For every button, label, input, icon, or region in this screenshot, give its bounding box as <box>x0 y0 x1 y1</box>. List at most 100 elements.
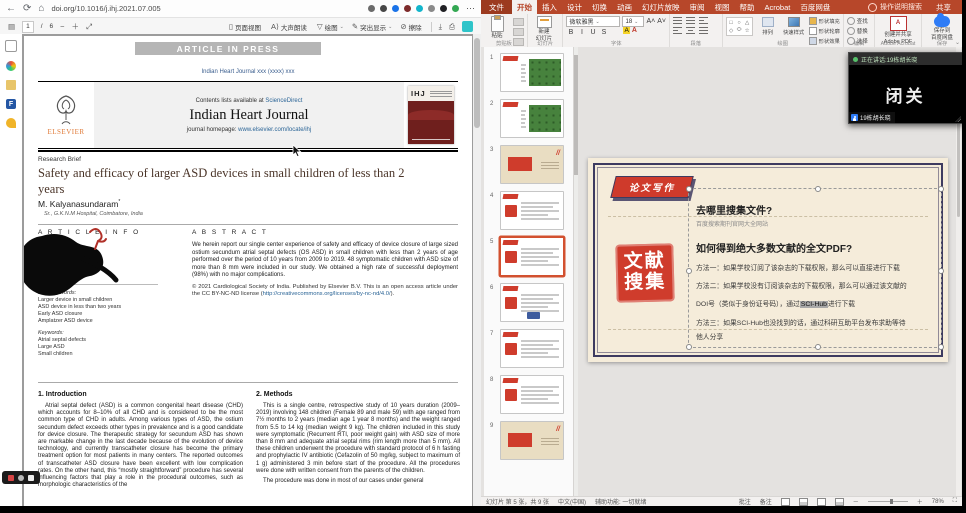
slide-thumbnail[interactable]: 6 // <box>500 283 564 322</box>
numbering-icon[interactable] <box>686 17 695 24</box>
resize-handle[interactable] <box>815 344 821 350</box>
method-line-5[interactable]: 他人分享 <box>696 331 906 341</box>
pdf-tool-button[interactable]: ✎ 突出显示 ⌄ <box>352 22 393 32</box>
page-number-input[interactable]: 1 <box>22 21 34 33</box>
find-button[interactable]: 查找 <box>847 17 868 25</box>
pdf-tool-button[interactable]: ▽ 绘图 ⌄ <box>317 22 344 32</box>
yellow-app-icon[interactable] <box>6 118 16 128</box>
slide-thumbnail[interactable]: 7 // <box>500 329 564 368</box>
slide-canvas[interactable]: 论文写作 文献 搜集 去哪里搜集文件? 百度搜索期刊官网大全网站 <box>588 158 948 362</box>
zoom-percentage[interactable]: 78% <box>932 499 944 505</box>
save-icon[interactable]: ⤓ <box>439 22 442 32</box>
slide-thumbnail[interactable]: 9 // <box>500 421 564 460</box>
extension-icon[interactable] <box>440 5 447 12</box>
camera-icon[interactable] <box>18 475 24 481</box>
ribbon-tab[interactable]: 插入 <box>537 0 562 14</box>
method-line-4[interactable]: 方法三：如果SCI-Hub也没找到的话，通过科研互助平台发布求助等待 <box>696 317 906 327</box>
font-style-button[interactable]: I <box>577 29 586 36</box>
justify-icon[interactable] <box>699 27 708 34</box>
notes-icon[interactable] <box>28 475 34 481</box>
slide-thumbnail[interactable]: 3 // <box>500 145 564 184</box>
zoom-in-icon[interactable]: ＋ <box>72 21 80 32</box>
extension-icon[interactable] <box>428 5 435 12</box>
ribbon-tab[interactable]: 设计 <box>562 0 587 14</box>
meeting-overlay-window[interactable]: 正在讲话:19栋胡长晓 闭关 19栋胡长晓 <box>848 52 962 124</box>
grow-font-icon[interactable]: A˄ <box>646 18 655 25</box>
ribbon-tab[interactable]: 审阅 <box>685 0 710 14</box>
ribbon-tab[interactable]: Acrobat <box>760 0 796 14</box>
save-to-baidu-button[interactable]: 保存到 百度网盘 <box>925 16 959 42</box>
slide-thumbnail[interactable]: 1 // <box>500 53 564 92</box>
font-style-button[interactable]: B <box>566 29 575 36</box>
slide-sorter-icon[interactable] <box>799 498 808 506</box>
zoom-out-button[interactable]: － <box>853 497 859 506</box>
refresh-icon[interactable]: ⟳ <box>23 4 31 14</box>
question-1[interactable]: 去哪里搜集文件? <box>696 202 772 217</box>
ribbon-tab[interactable]: 视图 <box>710 0 735 14</box>
method-line-3[interactable]: DOI号（类似于身份证号码），通过SCI-Hub进行下载 <box>696 298 906 308</box>
font-color-icon[interactable]: A <box>632 27 637 34</box>
quick-styles-button[interactable]: 快速样式 <box>783 17 805 36</box>
method-line-1[interactable]: 方法一：如果学校订阅了该杂志的下载权限，那么可以直接进行下载 <box>696 262 906 272</box>
resize-handle[interactable] <box>938 344 944 350</box>
zoom-slider[interactable] <box>868 501 908 502</box>
slide-thumbnail[interactable]: 2 // <box>500 99 564 138</box>
slide-topic-badge[interactable]: 论文写作 <box>610 176 693 198</box>
tell-me-search[interactable]: 操作说明搜索 <box>862 2 928 12</box>
align-left-icon[interactable] <box>673 27 682 34</box>
slide-thumbnail[interactable]: 8 // <box>500 375 564 414</box>
zoom-out-icon[interactable]: − <box>60 22 64 31</box>
align-center-icon[interactable] <box>686 27 695 34</box>
back-icon[interactable]: ← <box>6 4 16 14</box>
window-icon[interactable] <box>5 40 17 52</box>
extension-icon[interactable] <box>392 5 399 12</box>
print-icon[interactable]: ⎙ <box>449 22 455 32</box>
browser-menu-icon[interactable]: ⋯ <box>466 3 475 14</box>
resize-handle[interactable] <box>938 186 944 192</box>
pdf-scrollbar-thumb[interactable] <box>474 38 480 128</box>
meeting-titlebar[interactable]: 正在讲话:19栋胡长晓 <box>849 53 962 65</box>
pdf-tool-button[interactable]: ▯ 页面视图 <box>229 22 263 32</box>
notes-button[interactable]: 备注 <box>760 497 772 506</box>
question-1-subtext[interactable]: 百度搜索期刊官网大全网站 <box>696 219 768 228</box>
shapes-gallery[interactable]: □○△ ◇⬭☆ <box>726 17 753 36</box>
home-icon[interactable]: ⌂ <box>38 4 44 14</box>
accessibility-status[interactable]: 辅助功能: 一切就绪 <box>595 497 646 506</box>
cc-license-link[interactable]: http://creativecommons.org/licenses/by-n… <box>263 291 391 297</box>
font-style-button[interactable]: S <box>599 29 608 36</box>
pdf-tool-button[interactable]: A⟩ 大声朗读 <box>271 22 309 32</box>
cut-icon[interactable] <box>513 18 524 26</box>
ribbon-tab[interactable]: 幻灯片放映 <box>637 0 685 14</box>
highlight-color-icon[interactable]: A <box>623 27 629 34</box>
toc-icon[interactable]: ▤ <box>8 22 15 31</box>
bullets-icon[interactable] <box>673 17 682 24</box>
literature-stamp[interactable]: 文献 搜集 <box>615 243 674 302</box>
slide-thumbnail[interactable]: 5 // <box>500 237 564 276</box>
panel-scrollbar[interactable] <box>574 47 578 497</box>
font-name-select[interactable]: 微软雅黑 ⌄ <box>566 16 620 27</box>
normal-view-icon[interactable] <box>781 498 790 506</box>
pinwheel-app-icon[interactable] <box>6 61 16 71</box>
slideshow-icon[interactable] <box>835 498 844 506</box>
resize-grip[interactable] <box>955 116 961 122</box>
pdf-tool-button[interactable]: ⊘ 擦除 <box>400 22 423 32</box>
resize-handle[interactable] <box>686 268 692 274</box>
arrange-button[interactable]: 排列 <box>757 17 779 36</box>
extension-icon[interactable] <box>416 5 423 12</box>
slide-thumbnail[interactable]: 4 // <box>500 191 564 230</box>
ribbon-tab[interactable]: 切换 <box>587 0 612 14</box>
homepage-link[interactable]: www.elsevier.com/locate/ihj <box>238 127 311 133</box>
replace-button[interactable]: 替换 <box>847 27 868 35</box>
copy-icon[interactable] <box>513 28 524 36</box>
ribbon-tab[interactable]: 开始 <box>512 0 537 14</box>
share-button[interactable]: 共享 <box>928 2 959 13</box>
shape-fill-button[interactable]: 形状填充 <box>809 17 840 25</box>
f-app-icon[interactable]: F <box>6 99 16 109</box>
ribbon-tab[interactable]: 动画 <box>612 0 637 14</box>
fit-slide-icon[interactable]: ⛶ <box>953 498 957 505</box>
zoom-slider-handle[interactable] <box>890 499 893 504</box>
extension-icon[interactable] <box>380 5 387 12</box>
record-icon[interactable] <box>8 475 14 481</box>
shrink-font-icon[interactable]: A˅ <box>657 18 666 25</box>
extension-icon[interactable] <box>368 5 375 12</box>
